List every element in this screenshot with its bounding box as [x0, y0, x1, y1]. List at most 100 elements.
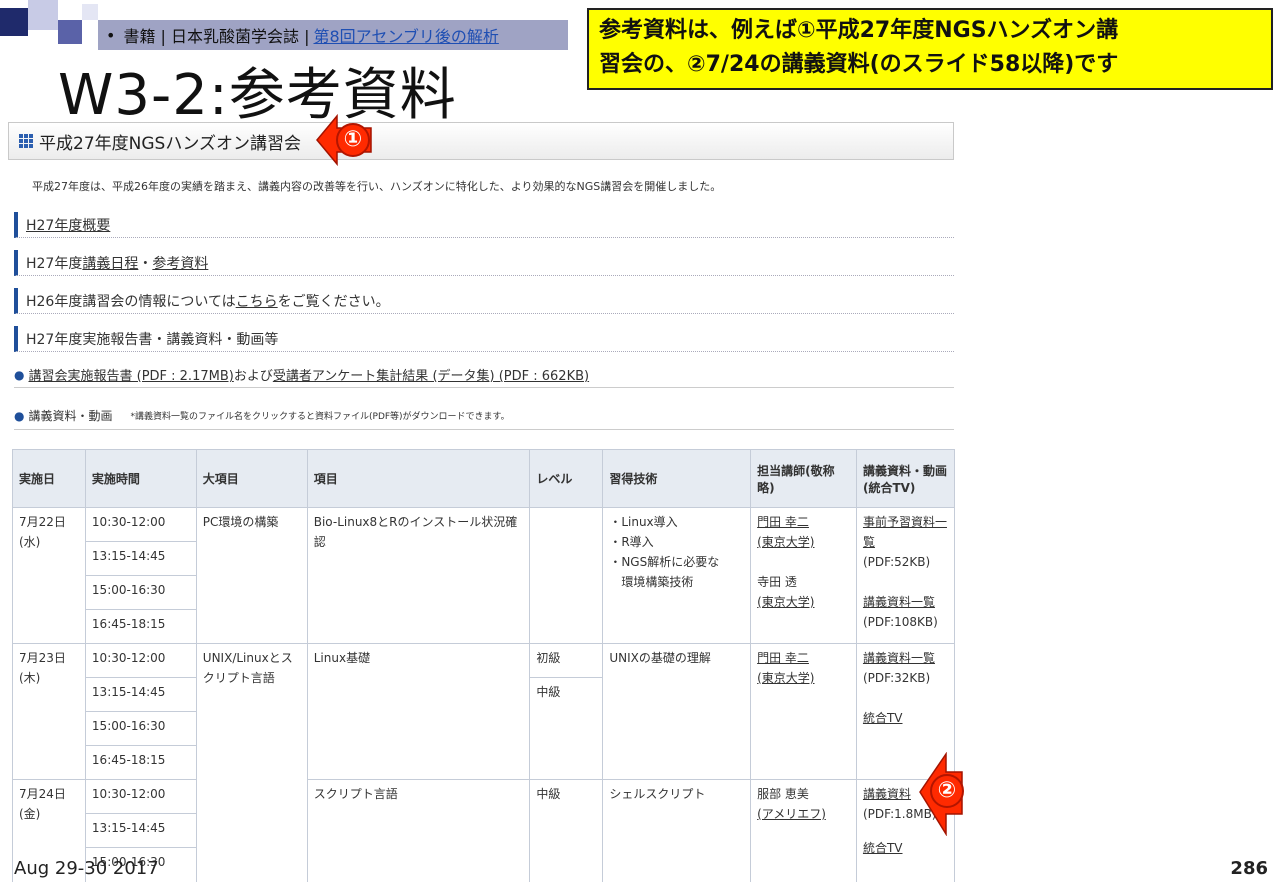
schedule-table: 実施日 実施時間 大項目 項目 レベル 習得技術 担当講師(敬称略) 講義資料・… — [12, 449, 956, 882]
item-cell: スクリプト言語 — [306, 779, 531, 882]
date: 7月22日 — [19, 515, 66, 529]
time-cell: 13:15-14:45 — [84, 677, 197, 712]
time-cell: 10:30-12:00 — [84, 779, 197, 814]
intro-text: 平成27年度は、平成26年度の実績を踏まえ、講義内容の改善等を行い、ハンズオンに… — [32, 180, 722, 193]
decor-square — [58, 20, 82, 44]
schedule-prefix: H27年度 — [26, 255, 83, 272]
page-number: 286 — [1230, 858, 1268, 879]
file-size: (PDF:52KB) — [862, 555, 931, 569]
materials-cell: 事前予習資料一覧 (PDF:52KB) 講義資料一覧 (PDF:108KB) — [855, 507, 956, 644]
grid-icon — [19, 134, 33, 148]
footer-date: Aug 29-30 2017 — [14, 858, 159, 879]
time-cell: 10:30-12:00 — [84, 507, 197, 542]
lecturer: 寺田 透 — [757, 575, 797, 589]
file-size: (PDF:32KB) — [862, 671, 931, 685]
column-header: 講義資料・動画(統合TV) — [855, 449, 956, 508]
materials-note: *講義資料一覧のファイル名をクリックすると資料ファイル(PDF等)がダウンロード… — [130, 412, 510, 422]
overview-link[interactable]: H27年度概要 — [26, 215, 110, 235]
item-cell: Bio-Linux8とRのインストール状況確認 — [306, 507, 531, 644]
time-cell: 13:15-14:45 — [84, 541, 197, 576]
table-row: 7月23日 (木) 10:30-12:00 UNIX/Linuxとスクリプト言語… — [12, 643, 956, 882]
time-cell: 15:00-16:30 — [84, 711, 197, 746]
skills-cell: ・Linux導入 ・R導入 ・NGS解析に必要な 環境構築技術 — [602, 507, 752, 644]
affiliation-link[interactable]: (東京大学) — [757, 592, 850, 612]
callout-line: 習会の、②7/24の講義資料(のスライド58以降)です — [599, 52, 1119, 77]
section-title: 平成27年度NGSハンズオン講習会 — [8, 122, 954, 160]
nav-item-h26: H26年度講習会の情報については こちら をご覧ください。 — [14, 288, 954, 314]
lecturer: 服部 恵美 — [757, 787, 809, 801]
h26-suffix: をご覧ください。 — [277, 293, 390, 310]
weekday: (水) — [19, 535, 41, 549]
report-link[interactable]: 講習会実施報告書 (PDF : 2.17MB) — [28, 365, 233, 384]
skill-line: ・NGS解析に必要な — [609, 555, 720, 569]
level-cell — [529, 507, 604, 644]
h26-prefix: H26年度講習会の情報については — [26, 293, 236, 310]
lecturer-cell: 門田 幸二 (東京大学) 寺田 透 (東京大学) — [750, 507, 857, 644]
reference-bar: • 書籍 | 日本乳酸菌学会誌 | 第8回アセンブリ後の解析 — [98, 20, 568, 50]
reference-link[interactable]: 第8回アセンブリ後の解析 — [313, 23, 498, 47]
lecturer-link[interactable]: 門田 幸二 — [757, 512, 850, 532]
decor-square — [28, 0, 58, 30]
time-cell: 16:45-18:15 — [84, 609, 197, 644]
slide-title: W3-2:参考資料 — [58, 63, 457, 128]
callout-line: 参考資料は、例えば①平成27年度NGSハンズオン講 — [599, 18, 1119, 43]
level-cell: 初級 — [529, 643, 604, 678]
decor-square — [0, 8, 28, 36]
section-title-text: 平成27年度NGSハンズオン講習会 — [39, 133, 301, 154]
column-header: 習得技術 — [602, 449, 752, 508]
nav-item-overview[interactable]: H27年度概要 — [14, 212, 954, 238]
time-cell: 13:15-14:45 — [84, 813, 197, 848]
marker-2: ② — [930, 774, 964, 808]
h26-link[interactable]: こちら — [236, 291, 278, 311]
file-size: (PDF:108KB) — [862, 615, 938, 629]
report-line: ● 講習会実施報告書 (PDF : 2.17MB) および 受講者アンケート集計… — [14, 362, 954, 388]
time-cell: 15:00-16:30 — [84, 575, 197, 610]
decor-square — [82, 4, 98, 20]
weekday: (金) — [19, 807, 41, 821]
column-header: 担当講師(敬称略) — [750, 449, 857, 508]
table-row: 7月24日 (金) 10:30-12:00 スクリプト言語 中級 シェルスクリプ… — [12, 779, 956, 882]
report-mid: および — [233, 369, 273, 384]
bullet: • — [106, 25, 116, 45]
reference-text: 書籍 | 日本乳酸菌学会誌 | — [123, 27, 310, 46]
affiliation-link[interactable]: (アメリエフ) — [757, 804, 850, 824]
column-header: 実施時間 — [84, 449, 197, 508]
marker-1: ① — [336, 123, 370, 157]
materials-link[interactable]: 統合TV — [863, 708, 948, 728]
survey-link[interactable]: 受講者アンケート集計結果 (データ集) (PDF : 662KB) — [273, 365, 589, 384]
level-cell: 中級 — [529, 677, 604, 780]
time-cell: 16:45-18:15 — [84, 745, 197, 780]
skills-cell: シェルスクリプト — [602, 779, 752, 882]
weekday: (木) — [19, 671, 41, 685]
column-header: レベル — [529, 449, 604, 508]
table-header-row: 実施日 実施時間 大項目 項目 レベル 習得技術 担当講師(敬称略) 講義資料・… — [12, 449, 956, 508]
date-cell: 7月22日 (水) — [12, 507, 86, 644]
category-cell: PC環境の構築 — [195, 507, 308, 644]
date: 7月24日 — [19, 787, 66, 801]
lecturer-link[interactable]: 門田 幸二 — [757, 648, 850, 668]
item-cell: Linux基礎 — [306, 643, 531, 780]
skills-cell: UNIXの基礎の理解 — [602, 643, 752, 780]
category-cell: UNIX/Linuxとスクリプト言語 — [195, 643, 308, 882]
lecturer-cell: 服部 恵美 (アメリエフ) — [750, 779, 857, 882]
date-cell: 7月23日 (木) — [12, 643, 86, 780]
materials-link[interactable]: 事前予習資料一覧 — [863, 512, 948, 552]
materials-link[interactable]: 講義資料一覧 — [863, 592, 948, 612]
level-cell: 中級 — [529, 779, 604, 882]
column-header: 実施日 — [12, 449, 86, 508]
materials-link[interactable]: 講義資料一覧 — [863, 648, 948, 668]
callout-box: 参考資料は、例えば①平成27年度NGSハンズオン講 習会の、②7/24の講義資料… — [587, 8, 1273, 90]
affiliation-link[interactable]: (東京大学) — [757, 668, 850, 688]
skill-line: 環境構築技術 — [621, 575, 694, 589]
lecturer-cell: 門田 幸二 (東京大学) — [750, 643, 857, 780]
affiliation-link[interactable]: (東京大学) — [757, 532, 850, 552]
bullet: ● — [14, 408, 25, 423]
time-cell: 10:30-12:00 — [84, 643, 197, 678]
materials-link[interactable]: 統合TV — [863, 838, 948, 858]
materials-label: 講義資料・動画 — [28, 409, 113, 423]
reference-materials-link[interactable]: 参考資料 — [152, 253, 208, 273]
bullet: ● — [14, 367, 25, 382]
column-header: 項目 — [306, 449, 531, 508]
column-header: 大項目 — [195, 449, 308, 508]
schedule-link[interactable]: 講義日程 — [82, 253, 138, 273]
